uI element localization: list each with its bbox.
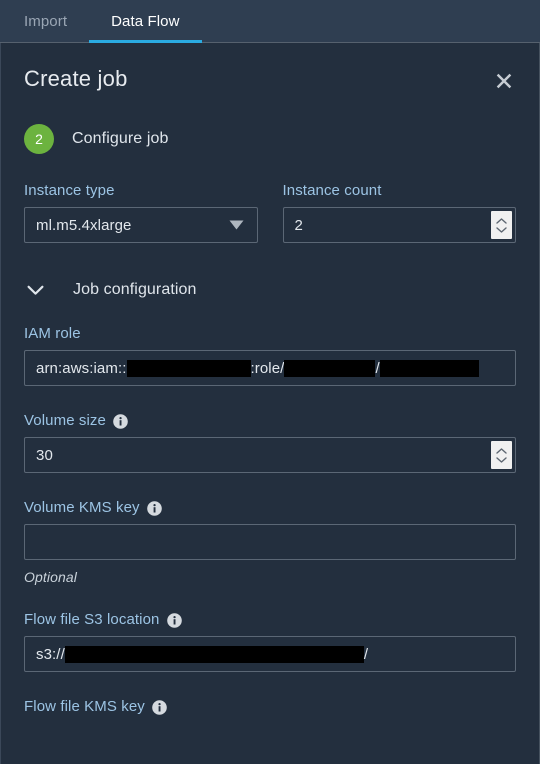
info-icon[interactable] (166, 613, 182, 628)
instance-type-value: ml.m5.4xlarge (36, 216, 132, 234)
flow-file-kms-key-label-text: Flow file KMS key (24, 698, 145, 715)
flow-file-s3-suffix: / (363, 645, 369, 663)
volume-kms-key-hint: Optional (24, 569, 77, 585)
instance-count-input[interactable]: 2 (282, 207, 516, 243)
volume-kms-key-input[interactable] (24, 524, 516, 560)
tab-import[interactable]: Import (0, 0, 89, 42)
volume-size-label-text: Volume size (24, 412, 106, 429)
iam-role-input[interactable]: arn:aws:iam:: :role/ / (24, 350, 516, 386)
info-icon[interactable] (152, 700, 167, 715)
instance-count-value: 2 (294, 216, 303, 234)
volume-size-label: Volume size (24, 412, 516, 429)
instance-type-select[interactable]: ml.m5.4xlarge (24, 207, 258, 243)
redaction-bar (284, 359, 376, 377)
redaction-bar (64, 645, 364, 663)
redaction-bar (379, 359, 479, 377)
iam-role-label: IAM role (24, 325, 81, 342)
flow-file-s3-location-field: Flow file S3 location s3:// / (24, 611, 516, 672)
close-icon[interactable] (491, 68, 517, 94)
iam-role-middle: :role/ (250, 359, 285, 377)
flow-file-kms-key-field: Flow file KMS key (24, 698, 516, 715)
flow-file-s3-location-value: s3:// / (25, 645, 515, 663)
step-indicator: 2 Configure job (24, 124, 516, 154)
flow-file-s3-location-input[interactable]: s3:// / (24, 636, 516, 672)
volume-size-field: Volume size 30 (24, 412, 516, 473)
iam-role-field: IAM role arn:aws:iam:: :role/ / (24, 325, 516, 386)
step-title: Configure job (72, 130, 169, 147)
info-icon[interactable] (146, 501, 162, 516)
instance-count-stepper[interactable] (491, 211, 512, 239)
volume-size-value: 30 (36, 446, 53, 464)
volume-kms-key-label: Volume KMS key (24, 499, 516, 516)
iam-role-value: arn:aws:iam:: :role/ / (25, 359, 515, 377)
instance-row: Instance type ml.m5.4xlarge Instance cou… (24, 182, 516, 243)
create-job-panel: Import Data Flow Create job 2 Configure … (0, 0, 540, 764)
chevron-down-icon (229, 220, 257, 230)
panel-header: Create job (1, 43, 539, 92)
flow-file-s3-location-label-text: Flow file S3 location (24, 611, 160, 628)
panel-body: Create job 2 Configure job Instance type (0, 43, 540, 764)
tab-import-label: Import (24, 12, 68, 30)
iam-role-prefix: arn:aws:iam:: (36, 359, 127, 377)
volume-kms-key-field: Volume KMS key Optional (24, 499, 516, 585)
tab-data-flow[interactable]: Data Flow (89, 0, 203, 43)
info-icon[interactable] (113, 414, 128, 429)
flow-file-s3-location-label: Flow file S3 location (24, 611, 516, 628)
step-number: 2 (35, 131, 43, 147)
flow-file-s3-prefix: s3:// (36, 645, 65, 663)
volume-size-stepper[interactable] (491, 441, 512, 469)
page-title: Create job (24, 66, 128, 91)
chevron-down-icon (24, 285, 53, 296)
volume-kms-key-label-text: Volume KMS key (24, 499, 140, 516)
job-configuration-label: Job configuration (73, 281, 197, 298)
redaction-bar (126, 359, 251, 377)
instance-count-label: Instance count (282, 182, 382, 199)
instance-type-field: Instance type ml.m5.4xlarge (24, 182, 258, 243)
tab-bar: Import Data Flow (0, 0, 540, 43)
form-content: 2 Configure job Instance type ml.m5.4xla… (1, 124, 539, 715)
instance-type-label: Instance type (24, 182, 115, 199)
volume-size-input[interactable]: 30 (24, 437, 516, 473)
job-configuration-section-toggle[interactable]: Job configuration (24, 281, 516, 299)
tab-data-flow-label: Data Flow (111, 12, 180, 30)
instance-count-field: Instance count 2 (282, 182, 516, 243)
step-badge: 2 (24, 124, 54, 154)
flow-file-kms-key-label: Flow file KMS key (24, 698, 516, 715)
